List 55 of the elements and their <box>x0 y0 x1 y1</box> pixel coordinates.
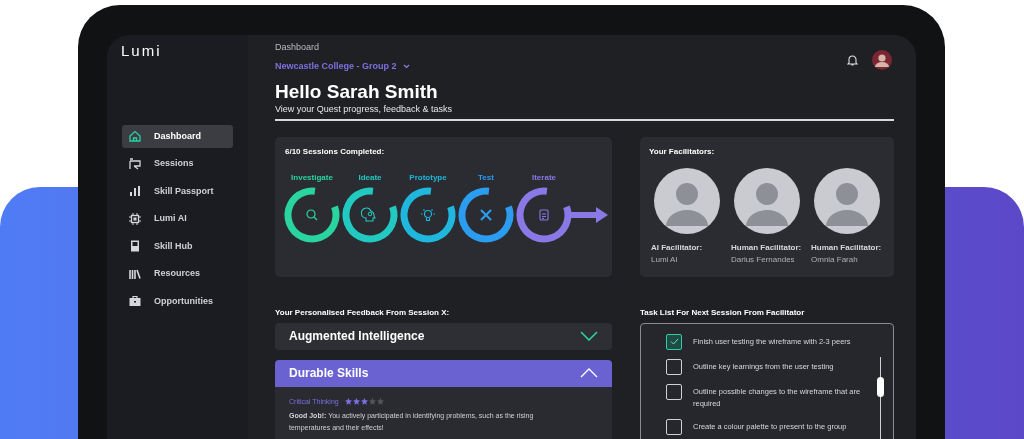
head-bulb-icon <box>360 206 376 222</box>
nav-item[interactable]: Dashboard <box>122 124 233 148</box>
facilitator-role: AI Facilitator: <box>651 241 704 254</box>
section-title: Your Personalised Feedback From Session X: <box>275 306 451 319</box>
stage-label: Iterate <box>532 172 556 182</box>
chevron-up-icon <box>580 368 598 378</box>
bar-chart-icon <box>128 184 142 199</box>
nav-item[interactable]: Sessions <box>122 152 233 176</box>
card-title: 6/10 Sessions Completed: <box>285 145 385 158</box>
search-icon <box>306 208 318 221</box>
facilitator-name: Darius Fernandes <box>731 253 796 266</box>
facilitator-name: Omnia Farah <box>811 253 859 266</box>
facilitator-role: Human Facilitator: <box>731 241 803 254</box>
checkbox[interactable] <box>666 333 682 350</box>
facilitator-role: Human Facilitator: <box>811 241 883 254</box>
breadcrumb: Dashboard <box>275 41 320 54</box>
group-selector[interactable]: Newcastle College - Group 2 <box>275 59 410 73</box>
book-icon <box>128 239 142 254</box>
stage-label: Test <box>478 172 494 182</box>
clipboard-icon <box>539 208 549 221</box>
page-title: Hello Sarah Smith <box>275 81 439 103</box>
app-logo: Lumi <box>121 41 162 61</box>
avatar-placeholder <box>734 167 800 234</box>
avatar-placeholder <box>654 167 720 234</box>
arrow <box>568 206 608 223</box>
nav-item[interactable]: Resources <box>122 262 233 286</box>
chevron-down-icon <box>580 331 598 341</box>
nav-item[interactable]: Lumi AI <box>122 207 233 231</box>
checkbox[interactable] <box>666 358 682 375</box>
checkmark-icon <box>669 338 679 345</box>
stage-label: Prototype <box>409 172 447 182</box>
scrollbar[interactable] <box>880 356 881 439</box>
nav-item[interactable]: Opportunities <box>122 289 233 313</box>
nav-item[interactable]: Skill Hub <box>122 234 233 258</box>
accordion-header[interactable]: Augmented Intelligence <box>275 322 612 350</box>
card-title: Your Facilitators: <box>649 145 716 158</box>
avatar[interactable] <box>872 50 892 70</box>
nav-item[interactable]: Skill Passport <box>122 179 233 203</box>
sessions-icon <box>128 156 142 171</box>
avatar-placeholder <box>814 167 880 234</box>
bell-icon[interactable] <box>847 54 858 66</box>
briefcase-icon <box>128 294 142 309</box>
chevron-down-icon <box>402 63 410 69</box>
accordion-header[interactable]: Durable Skills <box>275 359 612 387</box>
scrollbar-thumb[interactable] <box>877 376 884 397</box>
stage-label: Investigate <box>291 172 333 182</box>
lightbulb-icon <box>420 208 436 221</box>
section-title: Task List For Next Session From Facilitator <box>640 306 806 319</box>
chip-icon <box>128 211 142 226</box>
home-icon <box>128 129 142 144</box>
checkbox[interactable] <box>666 383 682 400</box>
checkbox[interactable] <box>666 418 682 435</box>
page-subtitle: View your Quest progress, feedback & tasks <box>275 103 453 116</box>
facilitator-name: Lumi AI <box>651 253 679 266</box>
stage-label: Ideate <box>358 172 382 182</box>
